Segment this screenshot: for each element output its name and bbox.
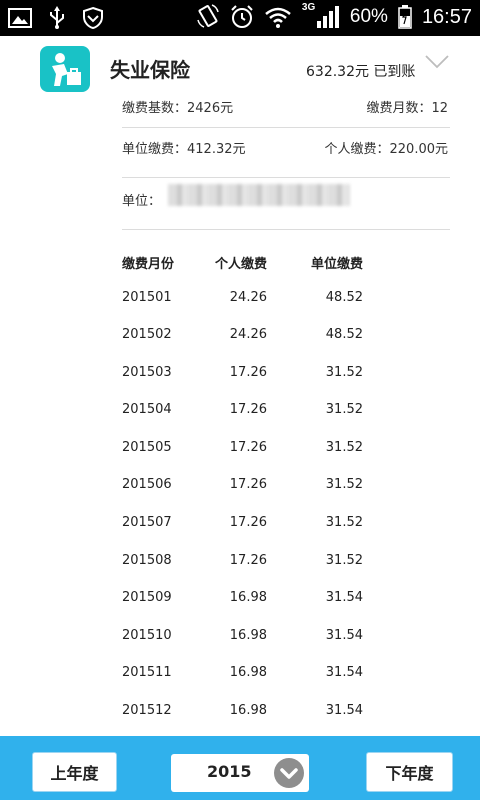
row-month: 201504 bbox=[122, 402, 172, 417]
row-month: 201501 bbox=[122, 290, 172, 305]
row-employer: 48.52 bbox=[325, 290, 363, 305]
app-logo-icon bbox=[40, 46, 90, 92]
personal-total: 个人缴费：220.00元 bbox=[324, 142, 449, 157]
person-icon bbox=[52, 53, 81, 86]
table-row: 201509 16.98 31.54 bbox=[0, 590, 480, 610]
year-select[interactable]: 2015 bbox=[171, 754, 309, 792]
row-month: 201509 bbox=[122, 590, 172, 605]
summary-row-1: 缴费基数：2426元 缴费月数：12 bbox=[122, 97, 450, 116]
status-bar: 3G 60% 16:57 bbox=[0, 0, 480, 36]
row-employer: 31.52 bbox=[325, 402, 363, 417]
row-month: 201507 bbox=[122, 515, 172, 530]
table-row: 201510 16.98 31.54 bbox=[0, 628, 480, 648]
status-bar-left bbox=[8, 6, 104, 30]
row-month: 201508 bbox=[122, 553, 172, 568]
divider bbox=[122, 127, 450, 128]
row-employer: 31.52 bbox=[325, 477, 363, 492]
row-month: 201505 bbox=[122, 440, 172, 455]
row-personal: 17.26 bbox=[229, 365, 267, 380]
table-row: 201503 17.26 31.52 bbox=[0, 365, 480, 385]
chevron-down-icon bbox=[280, 768, 298, 779]
alarm-icon bbox=[231, 5, 253, 28]
year-navigation-bar: 上年度 2015 下年度 bbox=[0, 736, 480, 800]
row-personal: 17.26 bbox=[229, 402, 267, 417]
row-personal: 16.98 bbox=[229, 665, 267, 680]
row-month: 201503 bbox=[122, 365, 172, 380]
row-month: 201511 bbox=[122, 665, 172, 680]
row-personal: 16.98 bbox=[229, 590, 267, 605]
column-header-personal: 个人缴费 bbox=[214, 257, 267, 272]
row-employer: 31.54 bbox=[325, 590, 363, 605]
dropdown-circle bbox=[274, 758, 304, 788]
rotate-icon bbox=[197, 4, 219, 28]
row-month: 201510 bbox=[122, 628, 172, 643]
status-bar-right: 3G 60% 16:57 bbox=[196, 2, 472, 30]
image-icon bbox=[8, 8, 32, 28]
usb-icon bbox=[50, 6, 64, 29]
row-personal: 17.26 bbox=[229, 515, 267, 530]
row-employer: 31.52 bbox=[325, 365, 363, 380]
row-personal: 16.98 bbox=[229, 703, 267, 718]
table-row: 201506 17.26 31.52 bbox=[0, 477, 480, 497]
table-row: 201504 17.26 31.52 bbox=[0, 402, 480, 422]
divider bbox=[122, 177, 450, 178]
row-personal: 17.26 bbox=[229, 440, 267, 455]
chevron-down-icon[interactable] bbox=[424, 54, 450, 70]
row-month: 201512 bbox=[122, 703, 172, 718]
row-personal: 17.26 bbox=[229, 477, 267, 492]
column-header-employer: 单位缴费 bbox=[310, 257, 363, 272]
row-employer: 48.52 bbox=[325, 327, 363, 342]
employer-name-label: 单位： bbox=[122, 194, 162, 209]
table-row: 201511 16.98 31.54 bbox=[0, 665, 480, 685]
clock: 16:57 bbox=[421, 5, 472, 28]
row-personal: 16.98 bbox=[229, 628, 267, 643]
payment-months: 缴费月数：12 bbox=[366, 101, 448, 116]
payment-base: 缴费基数：2426元 bbox=[122, 101, 234, 116]
employer-name-redacted bbox=[168, 184, 350, 206]
table-row: 201507 17.26 31.52 bbox=[0, 515, 480, 535]
row-employer: 31.52 bbox=[325, 515, 363, 530]
table-row: 201505 17.26 31.52 bbox=[0, 440, 480, 460]
row-employer: 31.54 bbox=[325, 628, 363, 643]
row-employer: 31.54 bbox=[325, 665, 363, 680]
page-title: 失业保险 bbox=[110, 58, 190, 82]
row-employer: 31.52 bbox=[325, 440, 363, 455]
wifi-icon bbox=[265, 7, 291, 28]
row-employer: 31.54 bbox=[325, 703, 363, 718]
row-personal: 24.26 bbox=[229, 327, 267, 342]
network-type: 3G bbox=[301, 2, 316, 13]
amount-status: 632.32元 已到账 bbox=[306, 64, 416, 80]
row-employer: 31.52 bbox=[325, 553, 363, 568]
table-row: 201502 24.26 48.52 bbox=[0, 327, 480, 347]
employer-total: 单位缴费：412.32元 bbox=[122, 142, 246, 157]
table-row: 201508 17.26 31.52 bbox=[0, 553, 480, 573]
shield-icon bbox=[83, 6, 103, 30]
row-month: 201506 bbox=[122, 477, 172, 492]
signal-icon bbox=[316, 6, 339, 28]
summary-row-2: 单位缴费：412.32元 个人缴费：220.00元 bbox=[122, 138, 450, 157]
divider bbox=[122, 229, 450, 230]
row-month: 201502 bbox=[122, 327, 172, 342]
row-personal: 24.26 bbox=[229, 290, 267, 305]
selected-year: 2015 bbox=[207, 762, 252, 781]
next-year-button[interactable]: 下年度 bbox=[366, 752, 453, 792]
table-row: 201512 16.98 31.54 bbox=[0, 703, 480, 723]
column-header-month: 缴费月份 bbox=[122, 257, 175, 272]
row-personal: 17.26 bbox=[229, 553, 267, 568]
battery-icon bbox=[398, 5, 412, 29]
battery-percent: 60% bbox=[349, 6, 388, 27]
previous-year-button[interactable]: 上年度 bbox=[32, 752, 117, 792]
signal-indicator: 3G bbox=[301, 2, 340, 30]
table-row: 201501 24.26 48.52 bbox=[0, 290, 480, 310]
